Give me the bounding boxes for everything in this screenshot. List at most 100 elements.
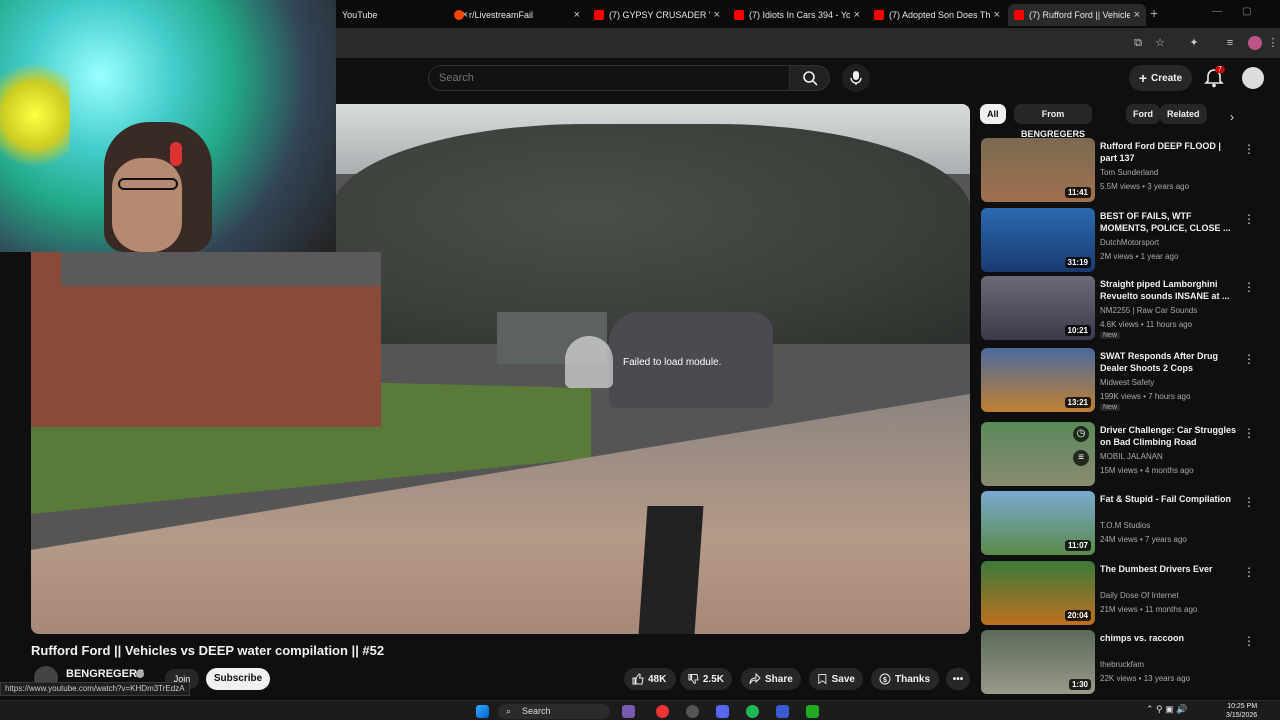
video-thumbnail[interactable]: ◷ ≡ [981, 422, 1095, 486]
recommendation-item[interactable]: 11:41 Rufford Ford DEEP FLOOD | part 137… [981, 138, 1271, 204]
recommendation-meta: 24M views • 7 years ago [1100, 535, 1187, 544]
extensions-icon[interactable]: ✦ [1187, 36, 1201, 50]
close-tab-icon[interactable]: × [714, 9, 720, 21]
recommendation-title[interactable]: chimps vs. raccoon [1100, 632, 1240, 644]
taskbar-search[interactable]: ⌕ Search [498, 704, 610, 719]
more-vertical-icon[interactable]: ⋮ [1243, 142, 1255, 156]
search-button[interactable] [790, 65, 830, 91]
recommendation-title[interactable]: SWAT Responds After Drug Dealer Shoots 2… [1100, 350, 1240, 374]
save-button[interactable]: Save [809, 668, 863, 690]
duration-badge: 13:21 [1064, 397, 1091, 408]
more-vertical-icon[interactable]: ⋮ [1243, 495, 1255, 509]
recommendation-item[interactable]: 31:19 BEST OF FAILS, WTF MOMENTS, POLICE… [981, 208, 1271, 274]
close-tab-icon[interactable]: × [1134, 9, 1140, 21]
player-error-overlay: Failed to load module. [565, 336, 721, 388]
watch-later-icon[interactable]: ◷ [1073, 426, 1089, 442]
chip-ford[interactable]: Ford [1126, 104, 1160, 124]
close-tab-icon[interactable]: × [994, 9, 1000, 21]
recommendation-title[interactable]: Driver Challenge: Car Struggles on Bad C… [1100, 424, 1240, 448]
tab-title: (7) Idiots In Cars 394 - Yo [749, 10, 850, 20]
maximize-icon[interactable]: ▢ [1242, 6, 1251, 17]
browser-tab[interactable]: (7) Adopted Son Does Th × [868, 4, 1006, 26]
recommendation-channel[interactable]: thebruckfam [1100, 660, 1144, 669]
browser-tab-active[interactable]: (7) Rufford Ford || Vehicle × [1008, 4, 1146, 26]
recommendation-item[interactable]: ◷ ≡ Driver Challenge: Car Struggles on B… [981, 422, 1271, 488]
recommendation-channel[interactable]: MOBIL JALANAN [1100, 452, 1163, 461]
video-thumbnail[interactable]: 13:21 [981, 348, 1095, 412]
recommendation-title[interactable]: Straight piped Lamborghini Revuelto soun… [1100, 278, 1240, 302]
video-thumbnail[interactable]: 10:21 [981, 276, 1095, 340]
media-icon[interactable]: ≡ [1223, 36, 1237, 50]
github-icon[interactable] [686, 705, 699, 718]
minimize-icon[interactable]: — [1212, 6, 1222, 17]
recommendation-channel[interactable]: Midwest Safety [1100, 378, 1154, 387]
search-icon [803, 71, 818, 86]
recommendation-channel[interactable]: Daily Dose Of Internet [1100, 591, 1179, 600]
browser-tab[interactable]: (7) Idiots In Cars 394 - Yo × [728, 4, 866, 26]
more-vertical-icon[interactable]: ⋮ [1243, 212, 1255, 226]
more-vertical-icon[interactable]: ⋮ [1243, 565, 1255, 579]
recommendation-channel[interactable]: T.O.M Studios [1100, 521, 1150, 530]
windows-start-icon[interactable] [476, 705, 489, 718]
browser-tab[interactable]: r/LivestreamFail × [448, 4, 586, 26]
close-tab-icon[interactable]: × [854, 9, 860, 21]
video-thumbnail[interactable]: 20:04 [981, 561, 1095, 625]
search-input[interactable] [428, 65, 790, 91]
browser-tab[interactable]: (7) GYPSY CRUSADER VS × [588, 4, 726, 26]
app-icon[interactable] [776, 705, 789, 718]
more-vertical-icon[interactable]: ⋮ [1243, 634, 1255, 648]
voice-search-button[interactable] [842, 64, 870, 92]
recommendation-channel[interactable]: DutchMotorsport [1100, 238, 1159, 247]
menu-icon[interactable]: ⋮ [1266, 36, 1280, 50]
spotify-icon[interactable] [746, 705, 759, 718]
add-to-queue-icon[interactable]: ≡ [1073, 450, 1089, 466]
tab-title: r/LivestreamFail [469, 10, 534, 20]
thanks-button[interactable]: $ Thanks [871, 668, 939, 690]
recommendation-item[interactable]: 11:07 Fat & Stupid - Fail Compilation T.… [981, 491, 1271, 557]
recommendation-item[interactable]: 1:30 chimps vs. raccoon thebruckfam 22K … [981, 630, 1271, 696]
video-thumbnail[interactable]: 31:19 [981, 208, 1095, 272]
recommendation-item[interactable]: 20:04 The Dumbest Drivers Ever Daily Dos… [981, 561, 1271, 627]
recommendation-title[interactable]: BEST OF FAILS, WTF MOMENTS, POLICE, CLOS… [1100, 210, 1240, 234]
taskbar-clock[interactable]: 10:25 PM 3/15/2026 [1226, 702, 1257, 720]
bookmark-star-icon[interactable]: ☆ [1153, 36, 1167, 50]
more-vertical-icon[interactable]: ⋮ [1243, 352, 1255, 366]
more-vertical-icon[interactable]: ⋮ [1243, 280, 1255, 294]
system-tray-icons[interactable]: ⌃ ⚲ ▣ 🔊 [1146, 704, 1187, 715]
cast-icon[interactable]: ⧉ [1131, 36, 1145, 50]
widgets-icon[interactable] [622, 705, 635, 718]
profile-avatar[interactable] [1248, 36, 1262, 50]
share-button[interactable]: Share [741, 668, 801, 690]
video-thumbnail[interactable]: 1:30 [981, 630, 1095, 694]
like-button[interactable]: 48K [624, 668, 676, 690]
recommendation-item[interactable]: 10:21 Straight piped Lamborghini Revuelt… [981, 276, 1271, 342]
chevron-right-icon[interactable]: › [1230, 110, 1234, 124]
discord-icon[interactable] [716, 705, 729, 718]
subscribe-button[interactable]: Subscribe [206, 668, 270, 690]
chrome-icon[interactable] [656, 705, 669, 718]
chip-all[interactable]: All [980, 104, 1006, 124]
recommendation-title[interactable]: Rufford Ford DEEP FLOOD | part 137 [1100, 140, 1240, 164]
chip-from-channel[interactable]: From BENGREGERS [1014, 104, 1092, 139]
create-button[interactable]: + Create [1129, 65, 1192, 91]
more-vertical-icon[interactable]: ⋮ [1243, 426, 1255, 440]
streamer-face [112, 158, 182, 252]
chip-related[interactable]: Related [1160, 104, 1207, 124]
close-tab-icon[interactable]: × [574, 9, 580, 21]
new-tab-icon[interactable]: + [1150, 5, 1158, 21]
recommendation-title[interactable]: The Dumbest Drivers Ever [1100, 563, 1240, 575]
nvidia-icon[interactable] [806, 705, 819, 718]
recommendation-title[interactable]: Fat & Stupid - Fail Compilation [1100, 493, 1240, 505]
recommendation-channel[interactable]: Tom Sunderland [1100, 168, 1158, 177]
thanks-label: Thanks [895, 673, 931, 685]
channel-name[interactable]: BENGREGERS [66, 668, 144, 680]
video-title: Rufford Ford || Vehicles vs DEEP water c… [31, 643, 385, 658]
video-thumbnail[interactable]: 11:41 [981, 138, 1095, 202]
recommendation-channel[interactable]: NM2255 | Raw Car Sounds [1100, 306, 1197, 315]
more-actions-button[interactable]: ••• [946, 668, 970, 690]
dislike-button[interactable]: 2.5K [680, 668, 732, 690]
video-thumbnail[interactable]: 11:07 [981, 491, 1095, 555]
account-avatar[interactable] [1242, 67, 1264, 89]
recommendation-item[interactable]: 13:21 SWAT Responds After Drug Dealer Sh… [981, 348, 1271, 414]
youtube-icon [594, 10, 604, 20]
